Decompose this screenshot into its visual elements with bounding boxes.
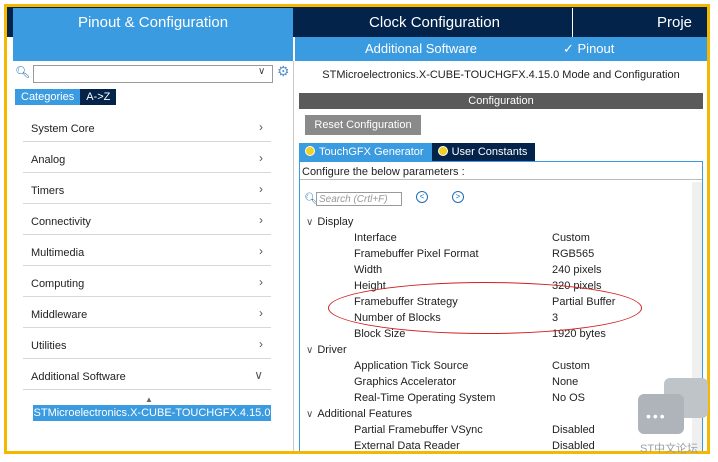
category-item-analog[interactable]: Analog › bbox=[23, 142, 271, 173]
gear-icon[interactable]: ⚙ bbox=[277, 63, 290, 80]
search-next-icon[interactable]: > bbox=[452, 191, 464, 203]
category-label: Additional Software bbox=[31, 371, 126, 383]
ellipsis-icon: ••• bbox=[646, 408, 667, 424]
left-subnav-bar bbox=[13, 37, 293, 61]
additional-software-menu[interactable]: Additional Software bbox=[365, 41, 477, 56]
param-key: Real-Time Operating System bbox=[354, 392, 496, 404]
param-key: External Data Reader bbox=[354, 440, 460, 452]
chevron-right-icon: › bbox=[259, 337, 263, 351]
param-key: Framebuffer Pixel Format bbox=[354, 248, 479, 260]
category-view-tabs: Categories A->Z bbox=[15, 87, 117, 105]
tab-project-manager[interactable]: Proje bbox=[657, 8, 692, 37]
top-navigation: Pinout & Configuration Clock Configurati… bbox=[7, 7, 707, 37]
annotation-ellipse bbox=[328, 282, 642, 334]
param-value[interactable]: Disabled bbox=[552, 440, 595, 451]
param-key: Partial Framebuffer VSync bbox=[354, 424, 483, 436]
category-item-middleware[interactable]: Middleware › bbox=[23, 297, 271, 328]
group-driver[interactable]: ∨ Driver bbox=[306, 344, 347, 356]
param-value[interactable]: Custom bbox=[552, 232, 590, 244]
category-label: Timers bbox=[31, 185, 65, 197]
tab-label: TouchGFX Generator bbox=[319, 146, 424, 158]
param-key: Application Tick Source bbox=[354, 360, 469, 372]
configuration-tabs: TouchGFX Generator User Constants bbox=[299, 143, 536, 161]
param-value[interactable]: 240 pixels bbox=[552, 264, 602, 276]
chevron-down-icon[interactable]: ∨ bbox=[258, 66, 265, 77]
category-label: Utilities bbox=[31, 340, 67, 352]
tab-clock-configuration[interactable]: Clock Configuration bbox=[297, 8, 573, 37]
configure-parameters-label: Configure the below parameters : bbox=[300, 164, 702, 180]
chevron-down-icon: ∨ bbox=[306, 217, 314, 228]
mode-configuration-title: STMicroelectronics.X-CUBE-TOUCHGFX.4.15.… bbox=[322, 69, 680, 81]
category-label: Connectivity bbox=[31, 216, 91, 228]
chevron-down-icon: ∨ bbox=[254, 368, 263, 382]
watermark-text: ST中文论坛 bbox=[640, 443, 699, 455]
check-circle-icon bbox=[437, 146, 448, 156]
param-key: Interface bbox=[354, 232, 397, 244]
category-label: Multimedia bbox=[31, 247, 85, 259]
category-label: Analog bbox=[31, 154, 66, 166]
param-value[interactable]: Disabled bbox=[552, 424, 595, 436]
chevron-right-icon: › bbox=[259, 306, 263, 320]
search-previous-icon[interactable]: < bbox=[416, 191, 428, 203]
category-label: Computing bbox=[31, 278, 85, 290]
group-label: Display bbox=[317, 216, 354, 228]
category-label: Middleware bbox=[31, 309, 88, 321]
app-window: Pinout & Configuration Clock Configurati… bbox=[4, 4, 710, 454]
chevron-right-icon: › bbox=[259, 213, 263, 227]
tab-categories[interactable]: Categories bbox=[15, 89, 81, 105]
group-label: Driver bbox=[317, 344, 347, 356]
tab-user-constants[interactable]: User Constants bbox=[431, 143, 536, 161]
left-panel: 🔍︎ ∨ ⚙ Categories A->Z System Core › Analo… bbox=[7, 61, 294, 451]
parameter-search-input[interactable]: Search (Crtl+F) bbox=[316, 192, 402, 206]
category-search-input[interactable] bbox=[33, 65, 273, 83]
param-key: Block Size bbox=[354, 328, 406, 340]
tab-touchgfx-generator[interactable]: TouchGFX Generator bbox=[299, 143, 432, 161]
category-label: System Core bbox=[31, 123, 95, 135]
pinout-menu[interactable]: ✓ Pinout bbox=[563, 41, 614, 57]
group-additional-features[interactable]: ∨ Additional Features bbox=[306, 408, 412, 420]
chevron-down-icon: ∨ bbox=[306, 345, 314, 356]
param-value[interactable]: No OS bbox=[552, 392, 585, 404]
sub-navigation: Additional Software ✓ Pinout bbox=[295, 37, 707, 61]
category-item-connectivity[interactable]: Connectivity › bbox=[23, 204, 271, 235]
chevron-right-icon: › bbox=[259, 275, 263, 289]
chevron-right-icon: › bbox=[259, 151, 263, 165]
check-circle-icon bbox=[305, 146, 315, 156]
chevron-right-icon: › bbox=[259, 244, 263, 258]
category-item-utilities[interactable]: Utilities › bbox=[23, 328, 271, 359]
chevron-down-icon: ∨ bbox=[306, 409, 314, 420]
tab-a-to-z[interactable]: A->Z bbox=[80, 89, 117, 105]
param-key: Width bbox=[354, 264, 383, 276]
param-value[interactable]: None bbox=[552, 376, 578, 388]
category-item-system-core[interactable]: System Core › bbox=[23, 111, 271, 142]
reset-configuration-button[interactable]: Reset Configuration bbox=[305, 115, 421, 135]
forum-watermark: ••• ST中文论坛 bbox=[636, 378, 712, 458]
category-item-timers[interactable]: Timers › bbox=[23, 173, 271, 204]
chevron-right-icon: › bbox=[259, 182, 263, 196]
group-label: Additional Features bbox=[317, 408, 413, 420]
category-item-multimedia[interactable]: Multimedia › bbox=[23, 235, 271, 266]
chevron-right-icon: › bbox=[259, 120, 263, 134]
selected-software-pack[interactable]: STMicroelectronics.X-CUBE-TOUCHGFX.4.15.… bbox=[33, 405, 271, 421]
tab-label: User Constants bbox=[451, 146, 528, 158]
category-item-computing[interactable]: Computing › bbox=[23, 266, 271, 297]
category-item-additional-software[interactable]: Additional Software ∨ bbox=[23, 359, 271, 390]
param-value[interactable]: RGB565 bbox=[552, 248, 594, 260]
category-list: System Core › Analog › Timers › Connectivit… bbox=[23, 111, 271, 390]
tab-pinout-configuration[interactable]: Pinout & Configuration bbox=[13, 8, 293, 37]
group-display[interactable]: ∨ Display bbox=[306, 216, 353, 228]
param-key: Graphics Accelerator bbox=[354, 376, 457, 388]
search-icon: 🔍︎ bbox=[15, 65, 31, 79]
configuration-header: Configuration bbox=[299, 93, 703, 109]
param-value[interactable]: Custom bbox=[552, 360, 590, 372]
